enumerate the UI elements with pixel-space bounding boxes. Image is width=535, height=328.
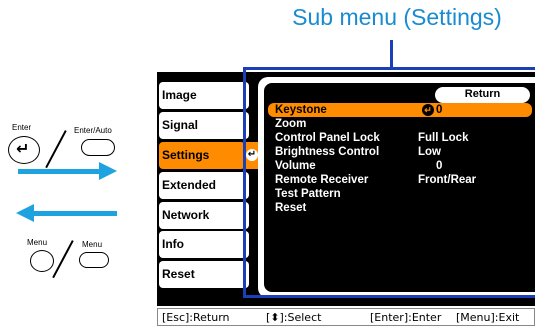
key-guide-select: [⬍]:Select: [266, 311, 322, 324]
arrow-right-shaft: [18, 169, 100, 174]
main-menu-item-extended[interactable]: Extended: [159, 172, 249, 199]
main-menu-item-signal[interactable]: Signal: [159, 112, 249, 139]
main-menu-item-network[interactable]: Network: [159, 202, 249, 229]
main-menu-item-info[interactable]: Info: [159, 231, 249, 258]
callout-stem: [390, 40, 393, 68]
slash-divider: [45, 130, 67, 168]
arrow-left-shaft: [33, 211, 117, 216]
menu-button2-label: Menu: [82, 240, 103, 249]
menu-button-alt[interactable]: [79, 252, 109, 268]
enter-auto-button-label: Enter/Auto: [74, 126, 112, 135]
key-guide-menu: [Menu]:Exit: [456, 311, 520, 324]
key-guide-bar: [Esc]:Return [⬍]:Select [Enter]:Enter [M…: [157, 308, 535, 326]
enter-arrow-icon: ↵: [16, 141, 30, 158]
key-guide-enter: [Enter]:Enter: [370, 311, 442, 324]
menu-button-label: Menu: [27, 238, 48, 247]
arrow-left-icon: [16, 204, 34, 222]
key-guide-esc: [Esc]:Return: [162, 311, 230, 324]
enter-button[interactable]: ↵: [8, 136, 40, 164]
arrow-right-icon: [99, 162, 117, 180]
enter-button-label: Enter: [12, 123, 32, 132]
submenu-highlight-frame: [243, 67, 535, 298]
slash-divider: [52, 240, 74, 278]
submenu-callout-title: Sub menu (Settings): [292, 4, 502, 30]
main-menu-item-settings[interactable]: Settings: [159, 142, 245, 169]
main-menu-item-reset[interactable]: Reset: [159, 261, 249, 288]
menu-button[interactable]: [30, 250, 54, 272]
main-menu-item-image[interactable]: Image: [159, 82, 249, 109]
enter-auto-button[interactable]: [81, 139, 115, 156]
